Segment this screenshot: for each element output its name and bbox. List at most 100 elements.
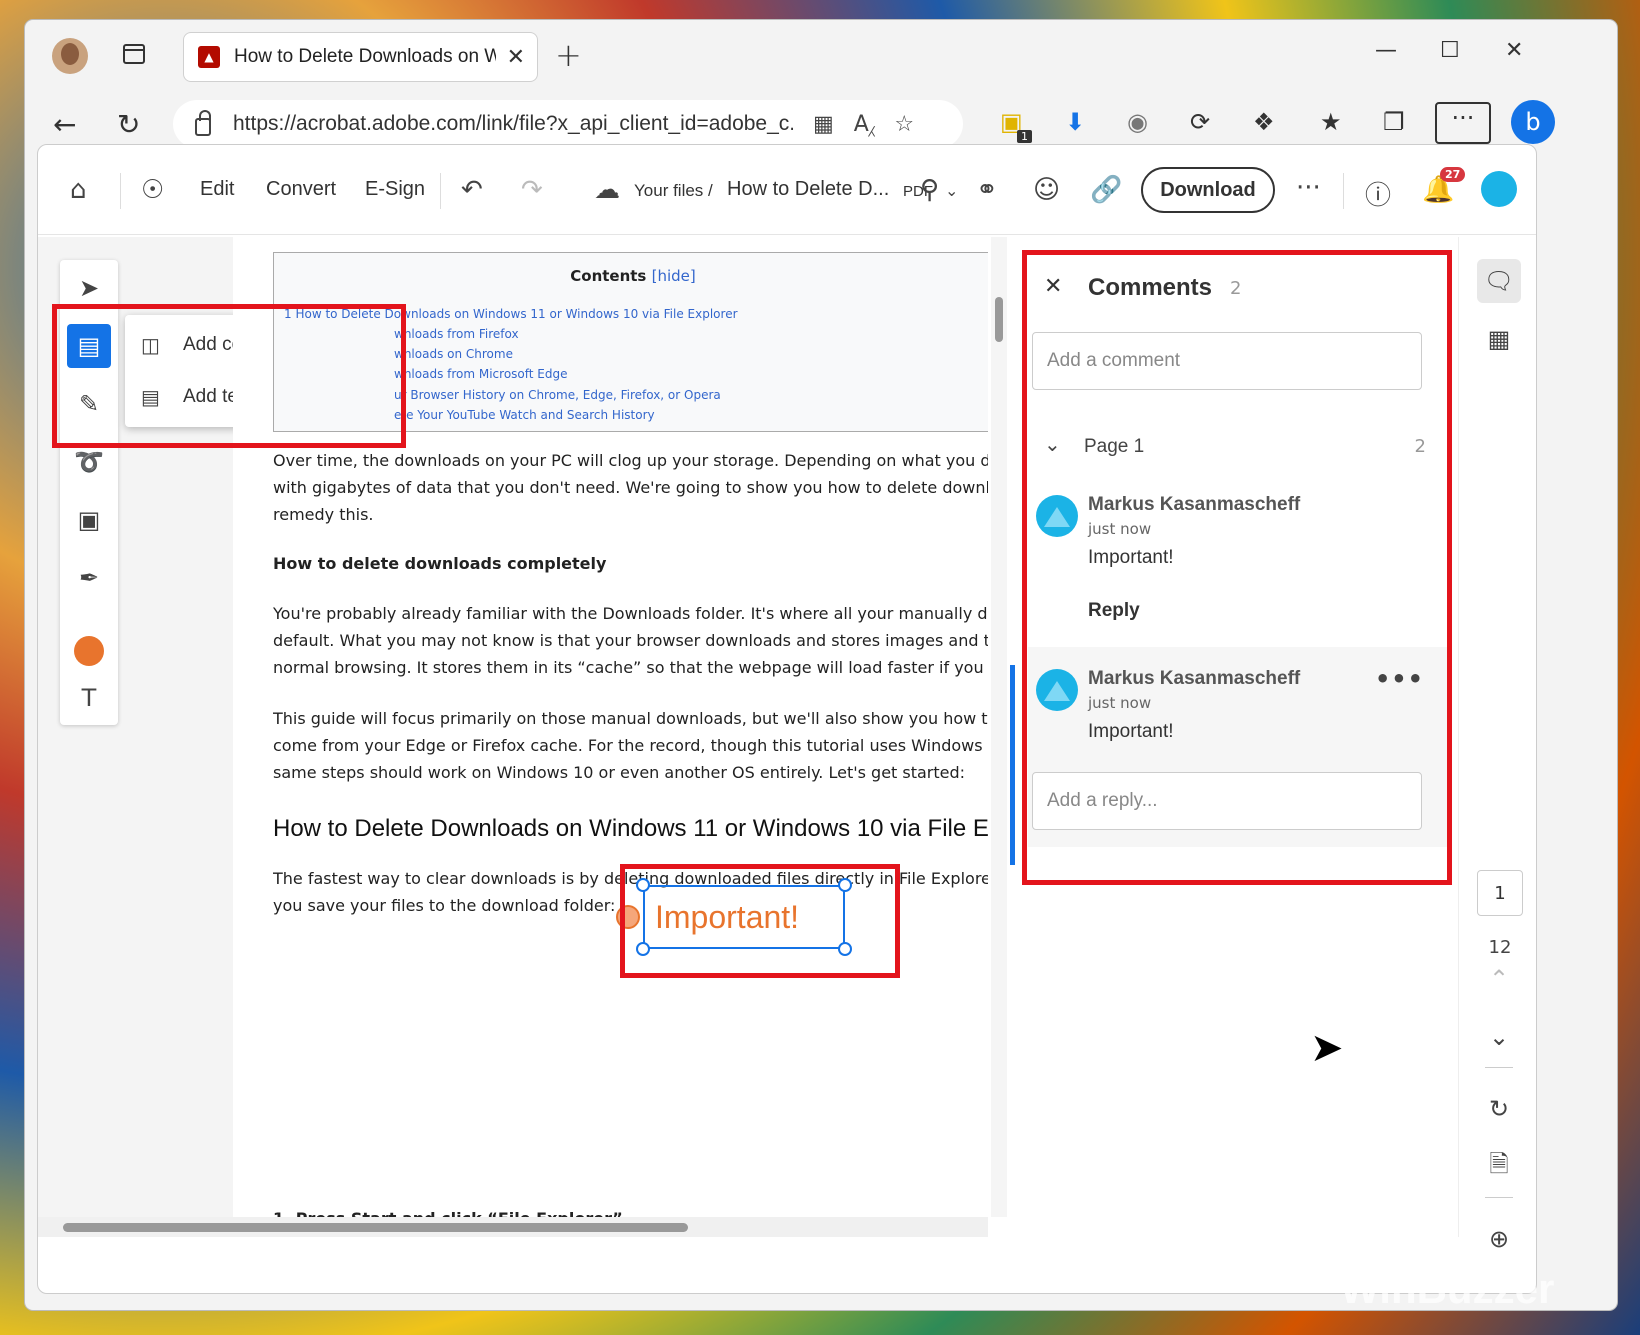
toolbar-divider — [120, 173, 121, 209]
toc-item[interactable]: ur Browser History on Chrome, Edge, Fire… — [394, 388, 721, 402]
maximize-icon[interactable]: ☐ — [1440, 38, 1460, 63]
share-user-icon[interactable]: ☺ — [1033, 175, 1060, 205]
breadcrumb-separator: / — [708, 181, 713, 200]
document-title[interactable]: How to Delete D... — [727, 178, 889, 201]
compass-icon[interactable]: ☉ — [141, 175, 164, 205]
convert-menu[interactable]: Convert — [266, 178, 336, 201]
rail-divider — [1485, 1067, 1513, 1068]
browser-window: ▲ How to Delete Downloads on Wi ✕ + — ☐ … — [25, 20, 1617, 1310]
rail-divider — [1485, 1197, 1513, 1198]
scrollbar-thumb[interactable] — [995, 297, 1003, 342]
draw-tool-icon[interactable]: ✒ — [67, 556, 111, 600]
toc-hide-link[interactable]: [hide] — [652, 267, 696, 285]
edit-menu[interactable]: Edit — [200, 178, 234, 201]
highlight-box — [52, 304, 406, 448]
tab-title: How to Delete Downloads on Wi — [234, 46, 496, 67]
zoom-in-icon[interactable]: ⊕ — [1477, 1217, 1521, 1261]
toolbar-divider — [440, 173, 441, 209]
tab-active[interactable]: ▲ How to Delete Downloads on Wi ✕ — [183, 32, 538, 82]
cloud-icon: ☁ — [594, 175, 620, 205]
watermark: WinBuzzer — [1340, 1265, 1555, 1312]
toc-item[interactable]: wnloads from Firefox — [394, 327, 519, 341]
tab-bar: ▲ How to Delete Downloads on Wi ✕ + — ☐ … — [25, 20, 1617, 92]
window-close-icon[interactable]: ✕ — [1505, 38, 1523, 63]
user-avatar[interactable] — [1481, 171, 1517, 207]
paragraph-line: same steps should work on Windows 10 or … — [273, 763, 966, 782]
page-extract-icon[interactable]: 🗎 — [1477, 1145, 1521, 1189]
toc-item[interactable]: wnloads on Chrome — [394, 347, 513, 361]
document-vertical-scrollbar[interactable] — [991, 237, 1007, 1217]
workspaces-icon[interactable] — [123, 44, 145, 64]
paragraph-line: come from your Edge or Firefox cache. Fo… — [273, 736, 988, 755]
scrollbar-thumb[interactable] — [63, 1223, 688, 1232]
help-icon[interactable]: ⓘ — [1365, 175, 1391, 212]
chevron-up-icon[interactable]: ⌃ — [1477, 957, 1521, 1001]
app-toolbar: ⌂ ☉ Edit Convert E-Sign ↶ ↷ ☁ Your files… — [38, 145, 1536, 235]
toolbar-divider — [1343, 173, 1344, 209]
favorites-icon[interactable]: ★ — [1320, 108, 1342, 136]
profile-avatar[interactable] — [52, 38, 88, 74]
lock-icon[interactable] — [195, 110, 211, 136]
comments-panel-icon[interactable]: 🗨 — [1477, 259, 1521, 303]
breadcrumb-your-files[interactable]: Your files — [634, 181, 703, 201]
paragraph-line: with gigabytes of data that you don't ne… — [273, 478, 988, 497]
pdf-icon: ▲ — [198, 46, 220, 68]
collections-icon[interactable]: ❐ — [1383, 108, 1405, 136]
redo-icon[interactable]: ↷ — [521, 175, 543, 205]
back-icon[interactable]: ← — [53, 108, 76, 141]
highlight-box — [620, 864, 900, 978]
toc-item[interactable]: ete Your YouTube Watch and Search Histor… — [394, 408, 655, 422]
highlight-box — [1022, 250, 1452, 885]
notification-badge: 27 — [1440, 167, 1466, 182]
read-aloud-icon[interactable]: A⁁ — [854, 112, 875, 137]
step-heading: 1. Press Start and click “File Explorer” — [273, 1205, 988, 1217]
document-heading: How to Delete Downloads on Windows 11 or… — [273, 815, 988, 842]
paragraph-line: Over time, the downloads on your PC will… — [273, 451, 988, 470]
paragraph-line: remedy this. — [273, 505, 374, 524]
download-extension-icon[interactable]: ⬇ — [1065, 108, 1085, 136]
paragraph-line: default. What you may not know is that y… — [273, 631, 988, 650]
address-bar[interactable]: https://acrobat.adobe.com/link/file?x_ap… — [173, 100, 963, 148]
thumbnails-grid-icon[interactable]: ▦ — [1477, 317, 1521, 361]
toc-title: Contents — [570, 267, 647, 285]
current-page-input[interactable]: 1 — [1477, 870, 1523, 916]
link-icon[interactable]: 🔗 — [1090, 175, 1122, 205]
paragraph-line: This guide will focus primarily on those… — [273, 709, 988, 728]
total-pages: 12 — [1488, 937, 1512, 958]
color-picker[interactable] — [74, 636, 104, 666]
add-favorite-icon[interactable]: ☆ — [894, 112, 914, 137]
paragraph-line: normal browsing. It stores them in its “… — [273, 658, 988, 677]
home-icon[interactable]: ⌂ — [70, 175, 87, 205]
more-menu-icon[interactable]: ··· — [1435, 102, 1491, 144]
url-text[interactable]: https://acrobat.adobe.com/link/file?x_ap… — [233, 112, 793, 136]
download-button[interactable]: Download — [1141, 167, 1275, 213]
app-available-icon[interactable]: ▦ — [813, 112, 834, 137]
tab-close-icon[interactable]: ✕ — [507, 45, 525, 70]
rotate-icon[interactable]: ↻ — [1477, 1087, 1521, 1131]
text-select-tool-icon[interactable]: ▣ — [67, 498, 111, 542]
copilot-icon[interactable]: b — [1511, 100, 1555, 144]
search-icon[interactable]: ⚲ — [920, 175, 939, 205]
shield-extension-icon[interactable]: ◉ — [1127, 108, 1148, 136]
chevron-down-icon[interactable]: ⌄ — [945, 181, 958, 200]
minimize-icon[interactable]: — — [1375, 38, 1397, 63]
esign-menu[interactable]: E-Sign — [365, 178, 425, 201]
right-tool-rail: 🗨 ▦ 1 12 ⌃ ⌄ ↻ 🗎 ⊕ — [1458, 237, 1536, 1253]
headphones-icon[interactable]: ⚭ — [976, 175, 998, 205]
section-heading: How to delete downloads completely — [273, 554, 607, 573]
toc-item[interactable]: wnloads from Microsoft Edge — [394, 367, 568, 381]
new-tab-icon[interactable]: + — [555, 36, 582, 74]
sync-icon[interactable]: ⟳ — [1190, 108, 1210, 136]
undo-icon[interactable]: ↶ — [461, 175, 483, 205]
more-options-icon[interactable]: ··· — [1296, 173, 1321, 203]
chevron-down-icon[interactable]: ⌄ — [1477, 1015, 1521, 1059]
extension-badge: 1 — [1017, 130, 1032, 143]
paragraph-line: You're probably already familiar with th… — [273, 604, 988, 623]
text-tool-icon[interactable]: T — [67, 676, 111, 720]
toc-heading: Contents [hide] — [274, 267, 988, 285]
comment-indicator-bar — [1010, 665, 1015, 865]
document-horizontal-scrollbar[interactable] — [38, 1217, 988, 1237]
refresh-icon[interactable]: ↻ — [117, 108, 140, 141]
mouse-cursor-icon: ➤ — [1310, 1025, 1344, 1071]
extensions-puzzle-icon[interactable]: ❖ — [1253, 108, 1275, 136]
